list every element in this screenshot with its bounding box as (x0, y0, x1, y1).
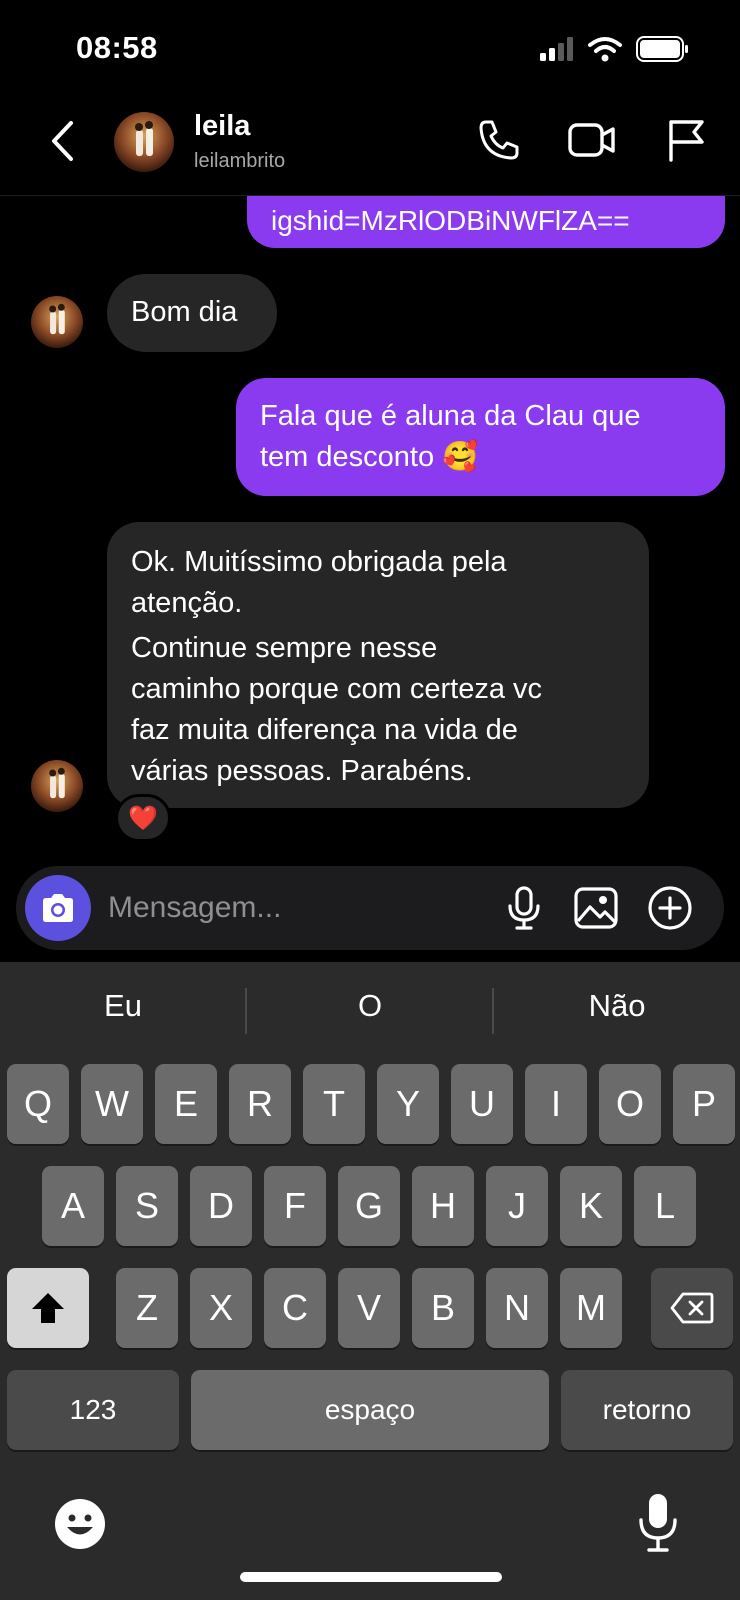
message-line: caminho porque com certeza vc (131, 673, 543, 705)
message-bubble-incoming[interactable]: Ok. Muitíssimo obrigada pela atenção. Co… (107, 522, 649, 808)
suggestion-item[interactable]: Não (494, 988, 740, 1034)
key[interactable]: N (486, 1268, 548, 1348)
key[interactable]: K (560, 1166, 622, 1246)
camera-icon (43, 894, 73, 922)
key[interactable]: I (525, 1064, 587, 1144)
message-list[interactable]: igshid=MzRlODBiNWFlZA== Bom dia Fala que… (0, 196, 740, 856)
key[interactable]: L (634, 1166, 696, 1246)
phone-icon (479, 120, 519, 160)
key[interactable]: J (486, 1166, 548, 1246)
battery-icon (636, 36, 690, 67)
plus-circle-icon (648, 886, 692, 930)
chevron-left-icon (52, 121, 73, 161)
key[interactable]: X (190, 1268, 252, 1348)
report-button[interactable] (660, 114, 712, 166)
contact-name[interactable]: leila (194, 110, 250, 143)
key[interactable]: Q (7, 1064, 69, 1144)
key[interactable]: M (560, 1268, 622, 1348)
back-button[interactable] (40, 116, 84, 166)
status-time: 08:58 (76, 30, 158, 65)
suggestion-item[interactable]: O (247, 988, 493, 1034)
key[interactable]: B (412, 1268, 474, 1348)
camera-button[interactable] (25, 875, 91, 941)
gallery-button[interactable] (572, 884, 620, 932)
microphone-icon (639, 1494, 677, 1552)
video-call-button[interactable] (566, 114, 618, 166)
key[interactable]: T (303, 1064, 365, 1144)
message-line: Ok. Muitíssimo obrigada pela (131, 546, 507, 578)
key[interactable]: C (264, 1268, 326, 1348)
key[interactable]: G (338, 1166, 400, 1246)
key[interactable]: V (338, 1268, 400, 1348)
voice-message-button[interactable] (500, 884, 548, 932)
message-line: tem desconto 🥰 (260, 441, 479, 473)
dictation-button[interactable] (636, 1492, 680, 1554)
key[interactable]: Z (116, 1268, 178, 1348)
suggestion-item[interactable]: Eu (0, 988, 246, 1034)
message-line: várias pessoas. Parabéns. (131, 755, 473, 787)
message-text: igshid=MzRlODBiNWFlZA== (271, 205, 630, 236)
message-text: Bom dia (131, 296, 238, 328)
wifi-icon (588, 36, 622, 67)
key[interactable]: H (412, 1166, 474, 1246)
numbers-key[interactable]: 123 (7, 1370, 179, 1450)
key[interactable]: A (42, 1166, 104, 1246)
chat-header: leila leilambrito (0, 96, 740, 196)
key[interactable]: D (190, 1166, 252, 1246)
key[interactable]: W (81, 1064, 143, 1144)
key[interactable]: O (599, 1064, 661, 1144)
message-composer (16, 866, 724, 950)
flag-icon (669, 120, 704, 162)
emoji-icon (55, 1499, 105, 1549)
suggestion-bar: Eu O Não (0, 962, 740, 1058)
microphone-icon (508, 886, 540, 930)
heart-icon: ❤️ (128, 804, 158, 832)
backspace-icon (670, 1292, 714, 1324)
message-bubble-outgoing[interactable]: igshid=MzRlODBiNWFlZA== (247, 196, 725, 248)
message-line: faz muita diferença na vida de (131, 714, 518, 746)
call-button[interactable] (472, 114, 524, 166)
space-key[interactable]: espaço (191, 1370, 549, 1450)
shift-key[interactable] (7, 1268, 89, 1348)
contact-username[interactable]: leilambrito (194, 150, 285, 173)
avatar[interactable] (31, 296, 83, 348)
key[interactable]: E (155, 1064, 217, 1144)
status-icons (540, 36, 690, 67)
home-indicator[interactable] (240, 1572, 502, 1582)
cellular-signal-icon (540, 37, 574, 66)
shift-icon (32, 1293, 64, 1323)
avatar[interactable] (31, 760, 83, 812)
emoji-button[interactable] (52, 1496, 108, 1552)
key[interactable]: U (451, 1064, 513, 1144)
image-icon (574, 887, 618, 929)
more-button[interactable] (646, 884, 694, 932)
delete-key[interactable] (651, 1268, 733, 1348)
message-bubble-outgoing[interactable]: Fala que é aluna da Clau que tem descont… (236, 378, 725, 496)
status-bar: 08:58 (0, 0, 740, 96)
return-key[interactable]: retorno (561, 1370, 733, 1450)
key[interactable]: F (264, 1166, 326, 1246)
message-input[interactable] (108, 884, 488, 932)
heart-reaction[interactable]: ❤️ (115, 794, 171, 842)
message-bubble-incoming[interactable]: Bom dia (107, 274, 277, 352)
avatar[interactable] (114, 112, 174, 172)
keyboard: Eu O Não Q W E R T Y U I O P A S D F G H… (0, 962, 740, 1600)
message-line: atenção. (131, 587, 243, 619)
key[interactable]: R (229, 1064, 291, 1144)
message-line: Fala que é aluna da Clau que (260, 400, 641, 432)
message-line: Continue sempre nesse (131, 632, 438, 664)
key[interactable]: Y (377, 1064, 439, 1144)
key[interactable]: P (673, 1064, 735, 1144)
video-camera-icon (568, 123, 615, 157)
key[interactable]: S (116, 1166, 178, 1246)
